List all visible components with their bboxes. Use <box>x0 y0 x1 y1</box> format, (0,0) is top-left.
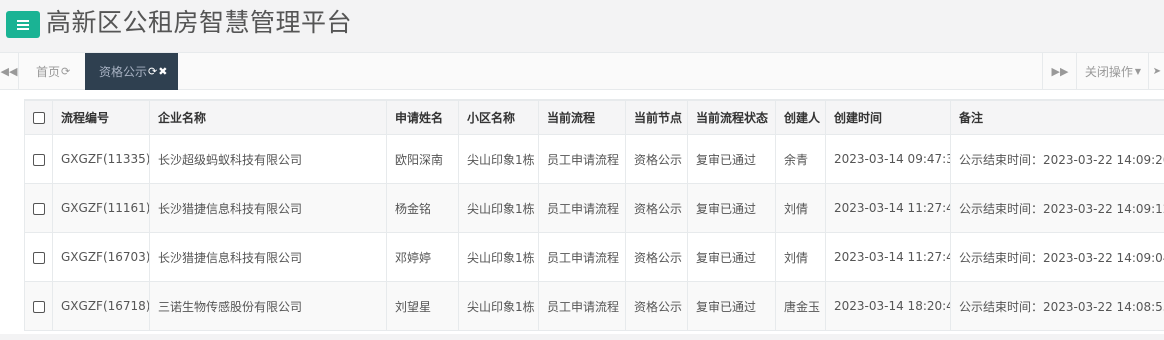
cell-company: 长沙猎捷信息科技有限公司 <box>150 233 387 282</box>
row-checkbox-cell[interactable] <box>25 282 53 331</box>
select-all-checkbox[interactable] <box>33 112 45 124</box>
data-table-container: 流程编号 企业名称 申请姓名 小区名称 当前流程 当前节点 当前流程状态 创建人… <box>24 99 1164 340</box>
column-header[interactable]: 当前节点 <box>626 101 688 135</box>
forward-icon: ▶▶ <box>1052 65 1069 78</box>
cell-process-status: 复审已通过 <box>688 135 776 184</box>
table-row[interactable]: GXGZF(11335) 长沙超级蚂蚁科技有限公司 欧阳深南 尖山印象1栋 员工… <box>25 135 1164 184</box>
column-header[interactable]: 申请姓名 <box>387 101 459 135</box>
cell-created-time: 2023-03-14 09:47:33 <box>826 135 951 184</box>
cell-current-node: 资格公示 <box>626 282 688 331</box>
refresh-icon[interactable]: ⟳ <box>148 65 157 78</box>
tab-active-label: 资格公示 <box>99 63 147 80</box>
cell-created-time: 2023-03-14 11:27:47 <box>826 184 951 233</box>
tab-refresh-button[interactable]: ➤ <box>1148 53 1164 90</box>
tabs-scroll-left-button[interactable]: ◀◀ <box>0 53 19 90</box>
cell-current-process: 员工申请流程 <box>539 233 626 282</box>
cell-community: 尖山印象1栋 <box>459 135 539 184</box>
column-header[interactable]: 当前流程 <box>539 101 626 135</box>
row-checkbox[interactable] <box>33 252 45 264</box>
backward-icon: ◀◀ <box>1 65 18 78</box>
column-header[interactable]: 企业名称 <box>150 101 387 135</box>
cell-applicant: 杨金铭 <box>387 184 459 233</box>
row-checkbox-cell[interactable] <box>25 233 53 282</box>
tab-bar: ◀◀ 首页 ⟳ 资格公示 ⟳ ✖ ▶▶ 关闭操作 ▼ ➤ <box>0 52 1164 90</box>
cell-created-time: 2023-03-14 11:27:47 <box>826 233 951 282</box>
cell-company: 长沙超级蚂蚁科技有限公司 <box>150 135 387 184</box>
cell-process-id: GXGZF(11335) <box>53 135 150 184</box>
row-checkbox[interactable] <box>33 203 45 215</box>
cell-creator: 余青 <box>776 135 826 184</box>
column-header[interactable]: 小区名称 <box>459 101 539 135</box>
cell-process-status: 复审已通过 <box>688 184 776 233</box>
cell-current-process: 员工申请流程 <box>539 135 626 184</box>
cell-current-node: 资格公示 <box>626 233 688 282</box>
cell-remark: 公示结束时间：2023-03-22 14:09:20 <box>951 135 1164 184</box>
cell-current-process: 员工申请流程 <box>539 282 626 331</box>
close-icon[interactable]: ✖ <box>158 65 167 78</box>
cell-company: 三诺生物传感股份有限公司 <box>150 282 387 331</box>
tabs-scroll-right-button[interactable]: ▶▶ <box>1042 53 1077 90</box>
header-bar: 高新区公租房智慧管理平台 <box>0 0 1164 52</box>
cell-community: 尖山印象1栋 <box>459 184 539 233</box>
cell-applicant: 邓婷婷 <box>387 233 459 282</box>
column-header[interactable]: 创建时间 <box>826 101 951 135</box>
cell-creator: 唐金玉 <box>776 282 826 331</box>
sign-out-icon: ➤ <box>1153 66 1161 77</box>
cell-process-status: 复审已通过 <box>688 282 776 331</box>
cell-company: 长沙猎捷信息科技有限公司 <box>150 184 387 233</box>
data-table: 流程编号 企业名称 申请姓名 小区名称 当前流程 当前节点 当前流程状态 创建人… <box>24 100 1164 331</box>
cell-process-id: GXGZF(16703) <box>53 233 150 282</box>
cell-current-process: 员工申请流程 <box>539 184 626 233</box>
column-header[interactable]: 备注 <box>951 101 1164 135</box>
cell-remark: 公示结束时间：2023-03-22 14:09:12 <box>951 184 1164 233</box>
tab-home-label: 首页 <box>36 63 60 80</box>
cell-created-time: 2023-03-14 18:20:41 <box>826 282 951 331</box>
cell-remark: 公示结束时间：2023-03-22 14:08:55 <box>951 282 1164 331</box>
cell-current-node: 资格公示 <box>626 135 688 184</box>
cell-applicant: 刘望星 <box>387 282 459 331</box>
cell-process-id: GXGZF(11161) <box>53 184 150 233</box>
cell-creator: 刘倩 <box>776 233 826 282</box>
cell-remark: 公示结束时间：2023-03-22 14:09:04 <box>951 233 1164 282</box>
column-header[interactable]: 当前流程状态 <box>688 101 776 135</box>
menu-toggle-button[interactable] <box>6 11 40 38</box>
row-checkbox[interactable] <box>33 154 45 166</box>
column-header[interactable]: 流程编号 <box>53 101 150 135</box>
cell-community: 尖山印象1栋 <box>459 233 539 282</box>
row-checkbox-cell[interactable] <box>25 135 53 184</box>
column-header[interactable]: 创建人 <box>776 101 826 135</box>
row-checkbox[interactable] <box>33 301 45 313</box>
cell-process-status: 复审已通过 <box>688 233 776 282</box>
caret-down-icon: ▼ <box>1135 67 1141 76</box>
cell-community: 尖山印象1栋 <box>459 282 539 331</box>
cell-creator: 刘倩 <box>776 184 826 233</box>
select-all-checkbox-cell[interactable] <box>25 101 53 135</box>
row-checkbox-cell[interactable] <box>25 184 53 233</box>
cell-process-id: GXGZF(16718) <box>53 282 150 331</box>
cell-current-node: 资格公示 <box>626 184 688 233</box>
table-row[interactable]: GXGZF(16718) 三诺生物传感股份有限公司 刘望星 尖山印象1栋 员工申… <box>25 282 1164 331</box>
close-operations-dropdown[interactable]: 关闭操作 ▼ <box>1076 53 1149 90</box>
close-operations-label: 关闭操作 <box>1085 63 1133 80</box>
table-row[interactable]: GXGZF(16703) 长沙猎捷信息科技有限公司 邓婷婷 尖山印象1栋 员工申… <box>25 233 1164 282</box>
refresh-icon[interactable]: ⟳ <box>61 65 70 78</box>
table-header-row: 流程编号 企业名称 申请姓名 小区名称 当前流程 当前节点 当前流程状态 创建人… <box>25 101 1164 135</box>
table-row[interactable]: GXGZF(11161) 长沙猎捷信息科技有限公司 杨金铭 尖山印象1栋 员工申… <box>25 184 1164 233</box>
cell-applicant: 欧阳深南 <box>387 135 459 184</box>
tab-qualification-publicity[interactable]: 资格公示 ⟳ ✖ <box>85 53 178 90</box>
hamburger-icon <box>17 20 29 30</box>
app-title: 高新区公租房智慧管理平台 <box>46 6 352 40</box>
tab-home[interactable]: 首页 ⟳ <box>30 53 76 90</box>
